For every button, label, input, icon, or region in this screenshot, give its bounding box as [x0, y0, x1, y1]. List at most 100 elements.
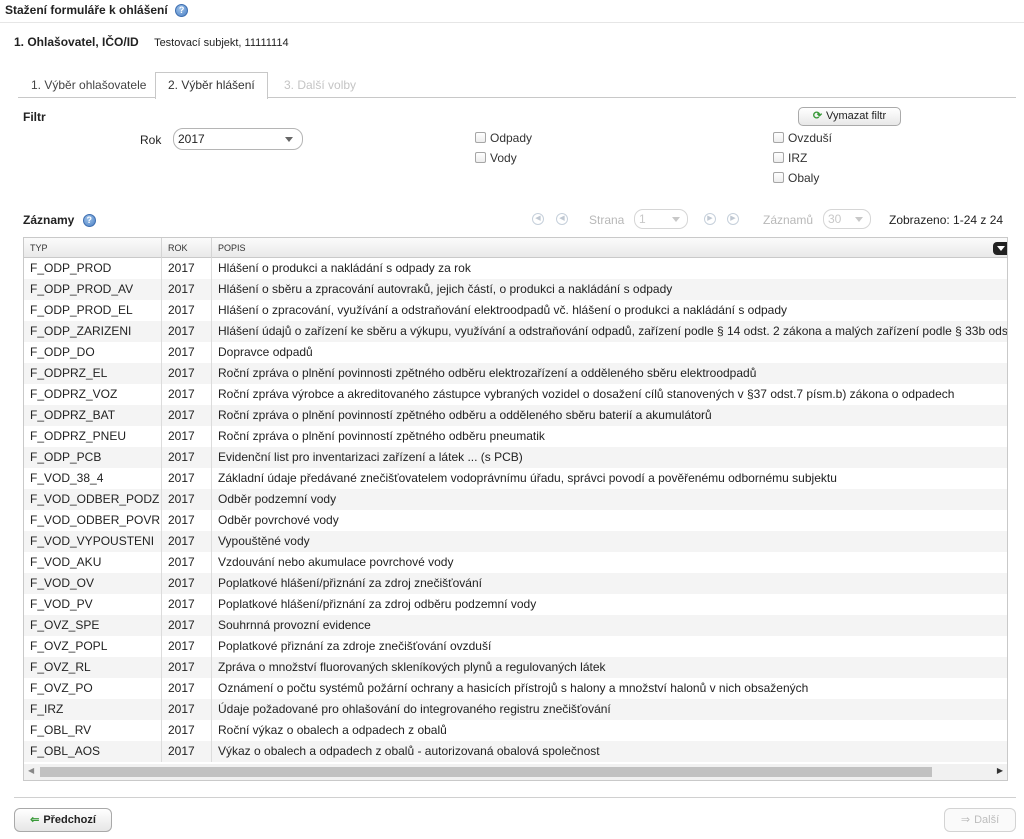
column-menu-icon[interactable]	[993, 242, 1007, 255]
cell-popis: Vypouštěné vody	[218, 534, 310, 548]
cell-popis: Odběr podzemní vody	[218, 492, 337, 506]
cell-rok: 2017	[162, 447, 212, 468]
table-row[interactable]: F_VOD_38_4 2017 Základní údaje předávané z…	[24, 468, 1007, 489]
table-row[interactable]: F_VOD_ODBER_POVR 2017 Odběr povrchové vody	[24, 510, 1007, 531]
cell-popis: Odběr povrchové vody	[218, 513, 339, 527]
cell-popis: Hlášení o sběru a zpracování autovraků, …	[218, 282, 673, 296]
table-row[interactable]: F_ODP_DO 2017 Dopravce odpadů	[24, 342, 1007, 363]
tab-select-reporter[interactable]: 1. Výběr ohlašovatele	[18, 72, 159, 98]
table-row[interactable]: F_ODPRZ_PNEU 2017 Roční zpráva o plnění po…	[24, 426, 1007, 447]
checkbox-box[interactable]	[773, 132, 784, 143]
checkbox-irz[interactable]: IRZ	[773, 151, 807, 165]
cell-typ: F_VOD_ODBER_PODZ	[24, 489, 162, 510]
horizontal-scrollbar[interactable]: ◀ ▶	[24, 764, 1007, 780]
scroll-left-icon[interactable]: ◀	[28, 766, 34, 775]
table-row[interactable]: F_ODP_PROD_AV 2017 Hlášení o sběru a zprac…	[24, 279, 1007, 300]
table-row[interactable]: F_ODP_PROD_EL 2017 Hlášení o zpracování, v…	[24, 300, 1007, 321]
checkbox-obaly[interactable]: Obaly	[773, 171, 819, 185]
wizard-tabs: 1. Výběr ohlašovatele 2. Výběr hlášení 3…	[18, 72, 1016, 99]
last-page-icon[interactable]: ▶	[727, 213, 739, 225]
cell-popis: Roční výkaz o obalech a odpadech z obalů	[218, 723, 447, 737]
next-button: ⇒ Další	[944, 808, 1016, 832]
checkbox-vody[interactable]: Vody	[475, 151, 517, 165]
arrow-left-icon: ⇐	[30, 814, 40, 826]
cell-typ: F_VOD_38_4	[24, 468, 162, 489]
year-select-value: 2017	[178, 132, 205, 146]
first-page-icon[interactable]: ◀	[532, 213, 544, 225]
table-row[interactable]: F_ODPRZ_EL 2017 Roční zpráva o plnění povi…	[24, 363, 1007, 384]
year-select[interactable]: 2017	[173, 128, 303, 150]
table-row[interactable]: F_ODPRZ_VOZ 2017 Roční zpráva výrobce a ak…	[24, 384, 1007, 405]
cell-rok: 2017	[162, 678, 212, 699]
cell-popis: Evidenční list pro inventarizaci zařízen…	[218, 450, 523, 464]
arrow-right-icon: ⇒	[960, 814, 971, 826]
cell-popis: Dopravce odpadů	[218, 345, 313, 359]
cell-popis: Souhrnná provozní evidence	[218, 618, 371, 632]
cell-popis: Roční zpráva výrobce a akreditovaného zá…	[218, 387, 955, 401]
cell-typ: F_ODP_DO	[24, 342, 162, 363]
scroll-right-icon[interactable]: ▶	[997, 766, 1003, 775]
table-row[interactable]: F_OVZ_RL 2017 Zpráva o množství fluorovaný…	[24, 657, 1007, 678]
reporter-row: 1. Ohlašovatel, IČO/ID Testovací subjekt…	[14, 35, 289, 49]
cell-typ: F_IRZ	[24, 699, 162, 720]
table-row[interactable]: F_ODP_ZARIZENI 2017 Hlášení údajů o zaříze…	[24, 321, 1007, 342]
help-icon[interactable]: ?	[175, 4, 189, 18]
checkbox-odpady[interactable]: Odpady	[475, 131, 532, 145]
cell-rok: 2017	[162, 258, 212, 279]
tab-other-options: 3. Další volby	[284, 78, 357, 92]
cell-rok: 2017	[162, 321, 212, 342]
cell-typ: F_ODPRZ_EL	[24, 363, 162, 384]
help-icon[interactable]: ?	[82, 214, 96, 228]
column-header-popis[interactable]: POPIS	[212, 238, 992, 258]
chevron-down-icon	[285, 137, 293, 142]
records-grid: TYP ROK POPIS F_ODP_PROD 2017 Hlášení o pr…	[23, 237, 1008, 781]
table-row[interactable]: F_VOD_OV 2017 Poplatkové hlášení/přiznání …	[24, 573, 1007, 594]
cell-typ: F_ODP_PROD_EL	[24, 300, 162, 321]
table-row[interactable]: F_VOD_PV 2017 Poplatkové hlášení/přiznání …	[24, 594, 1007, 615]
table-row[interactable]: F_OVZ_POPL 2017 Poplatkové přiznání za zdr…	[24, 636, 1007, 657]
table-row[interactable]: F_VOD_AKU 2017 Vzdouvání nebo akumulace po…	[24, 552, 1007, 573]
table-row[interactable]: F_VOD_ODBER_PODZ 2017 Odběr podzemní vody	[24, 489, 1007, 510]
chevron-down-icon	[672, 217, 680, 222]
cell-rok: 2017	[162, 300, 212, 321]
column-header-rok[interactable]: ROK	[162, 238, 212, 258]
table-row[interactable]: F_VOD_VYPOUSTENI 2017 Vypouštěné vody	[24, 531, 1007, 552]
table-row[interactable]: F_OBL_AOS 2017 Výkaz o obalech a odpadech …	[24, 741, 1007, 762]
cell-popis: Poplatkové přiznání za zdroje znečišťová…	[218, 639, 492, 653]
checkbox-box[interactable]	[475, 132, 486, 143]
previous-button[interactable]: ⇐ Předchozí	[14, 808, 112, 832]
cell-popis: Hlášení o produkci a nakládání s odpady …	[218, 261, 471, 275]
table-row[interactable]: F_OVZ_SPE 2017 Souhrnná provozní evidence	[24, 615, 1007, 636]
cell-rok: 2017	[162, 405, 212, 426]
prev-page-icon[interactable]: ◀	[556, 213, 568, 225]
shown-count: Zobrazeno: 1-24 z 24	[889, 213, 1004, 227]
clear-filter-button[interactable]: ⟳ Vymazat filtr	[798, 107, 901, 126]
page-title-text: Stažení formuláře k ohlášení	[5, 3, 168, 17]
cell-popis: Zpráva o množství fluorovaných skleníkov…	[218, 660, 606, 674]
previous-label: Předchozí	[43, 814, 96, 826]
table-row[interactable]: F_OVZ_PO 2017 Oznámení o počtu systémů pož…	[24, 678, 1007, 699]
filter-title: Filtr	[23, 110, 46, 124]
column-header-typ[interactable]: TYP	[24, 238, 162, 258]
scroll-thumb[interactable]	[40, 767, 932, 777]
table-row[interactable]: F_ODP_PCB 2017 Evidenční list pro inventar…	[24, 447, 1007, 468]
next-page-icon[interactable]: ▶	[704, 213, 716, 225]
table-row[interactable]: F_OBL_RV 2017 Roční výkaz o obalech a odpa…	[24, 720, 1007, 741]
cell-popis: Údaje požadované pro ohlašování do integ…	[218, 702, 611, 716]
cell-typ: F_ODPRZ_BAT	[24, 405, 162, 426]
cell-popis: Poplatkové hlášení/přiznání za zdroj zne…	[218, 576, 482, 590]
tab-select-report[interactable]: 2. Výběr hlášení	[155, 72, 268, 99]
table-row[interactable]: F_ODPRZ_BAT 2017 Roční zpráva o plnění pov…	[24, 405, 1007, 426]
checkbox-ovzdusi[interactable]: Ovzduší	[773, 131, 832, 145]
cell-typ: F_ODPRZ_PNEU	[24, 426, 162, 447]
checkbox-box[interactable]	[475, 152, 486, 163]
cell-rok: 2017	[162, 531, 212, 552]
table-row[interactable]: F_ODP_PROD 2017 Hlášení o produkci a naklá…	[24, 258, 1007, 279]
checkbox-box[interactable]	[773, 172, 784, 183]
table-row[interactable]: F_IRZ 2017 Údaje požadované pro ohlašování…	[24, 699, 1007, 720]
checkbox-label: Obaly	[788, 171, 820, 185]
checkbox-box[interactable]	[773, 152, 784, 163]
reporter-label: 1. Ohlašovatel, IČO/ID	[14, 35, 139, 49]
page-title: Stažení formuláře k ohlášení ?	[5, 3, 189, 18]
grid-header: TYP ROK POPIS	[24, 238, 1007, 258]
